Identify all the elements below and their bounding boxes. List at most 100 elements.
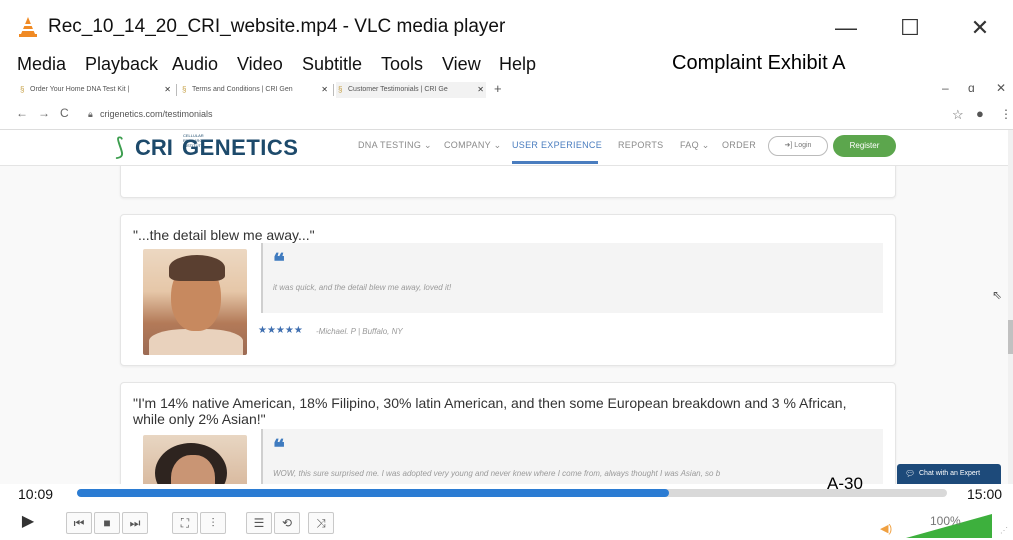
nav-active-indicator	[512, 161, 598, 164]
menu-playback[interactable]: Playback	[85, 54, 158, 75]
menu-kebab-icon[interactable]: ⋮	[1000, 107, 1012, 121]
nav-faq[interactable]: FAQ ⌄	[680, 140, 710, 151]
menu-bar: Media Playback Audio Video Subtitle Tool…	[0, 54, 1013, 80]
playback-controls: ▶ ⏮ ■ ⏭ ⛶ ⫶ ☰ ⟲ ⤨	[0, 504, 1013, 540]
url-field[interactable]: crigenetics.com/testimonials	[100, 109, 213, 119]
close-button[interactable]: ✕	[962, 10, 998, 46]
playlist-icon[interactable]: ☰	[246, 512, 272, 534]
photo-detail	[169, 255, 225, 281]
nav-user-experience[interactable]: USER EXPERIENCE	[512, 140, 602, 150]
seek-bar-progress	[77, 489, 669, 497]
testimonial-quote: WOW, this sure surprised me. I was adopt…	[273, 469, 721, 478]
previous-icon[interactable]: ⏮	[66, 512, 92, 534]
dna-helix-icon: ⟆	[115, 134, 125, 161]
bookmark-star-icon[interactable]: ☆	[952, 107, 964, 123]
quote-mark-icon: ❝	[273, 249, 285, 275]
browser-restore-icon[interactable]: ɑ	[968, 81, 975, 95]
new-tab-button[interactable]: +	[494, 81, 502, 96]
testimonials-page: "...the detail blew me away..." ❝ it was…	[0, 166, 1008, 484]
maximize-button[interactable]: ☐	[892, 10, 928, 46]
nav-company[interactable]: COMPANY ⌄	[444, 140, 501, 151]
rating-stars: ★★★★★	[258, 325, 303, 336]
photo-detail	[149, 329, 243, 355]
menu-help[interactable]: Help	[499, 54, 536, 75]
chat-bubble-icon: 💬︎	[905, 469, 916, 478]
page-scrollbar[interactable]	[1008, 130, 1013, 484]
nav-reports[interactable]: REPORTS	[618, 140, 663, 150]
reload-icon[interactable]: C	[60, 106, 69, 120]
address-bar: ← → C 🔒︎ crigenetics.com/testimonials ☆ …	[0, 100, 1013, 130]
speaker-icon[interactable]: ◀)	[880, 522, 892, 535]
mouse-cursor-icon: ⇖	[992, 288, 1003, 302]
dna-favicon-icon: §	[20, 85, 25, 94]
nav-dna-testing[interactable]: DNA TESTING ⌄	[358, 140, 432, 151]
logo-cri: CRI	[135, 135, 173, 160]
loop-icon[interactable]: ⟲	[274, 512, 300, 534]
tab-title: Order Your Home DNA Test Kit |	[30, 86, 130, 93]
logo-genetics: GENETICS	[182, 135, 299, 160]
register-button[interactable]: Register	[833, 135, 896, 157]
browser-tab-active[interactable]: § Customer Testimonials | CRI Ge ✕	[336, 82, 486, 98]
window-title: Rec_10_14_20_CRI_website.mp4 - VLC media…	[48, 16, 506, 37]
dna-favicon-icon: §	[338, 85, 343, 94]
login-button[interactable]: ➜] Login	[768, 136, 828, 156]
customer-photo	[143, 435, 247, 484]
resize-grip-icon[interactable]: ⋰	[1000, 526, 1008, 535]
tab-divider	[333, 84, 334, 96]
menu-media[interactable]: Media	[17, 54, 66, 75]
testimonial-quote-box: ❝ it was quick, and the detail blew me a…	[261, 243, 883, 313]
browser-tab[interactable]: § Order Your Home DNA Test Kit | ✕	[18, 82, 173, 98]
testimonial-quote: it was quick, and the detail blew me awa…	[273, 283, 452, 292]
scrollbar-thumb[interactable]	[1008, 320, 1013, 354]
customer-photo	[143, 249, 247, 355]
account-icon[interactable]: ●	[976, 106, 984, 121]
exhibit-label: Complaint Exhibit A	[672, 52, 846, 74]
browser-minimize-icon[interactable]: –	[942, 81, 949, 95]
nav-order[interactable]: ORDER	[722, 140, 756, 150]
fullscreen-icon[interactable]: ⛶	[172, 512, 198, 534]
browser-tab-strip: § Order Your Home DNA Test Kit | ✕ § Ter…	[0, 80, 1013, 100]
stop-icon[interactable]: ■	[94, 512, 120, 534]
tab-divider	[176, 84, 177, 96]
vlc-cone-icon	[19, 17, 37, 37]
total-time: 15:00	[967, 486, 1003, 502]
chat-label: Chat with an Expert	[919, 470, 981, 477]
seek-bar[interactable]	[77, 489, 947, 497]
shuffle-icon[interactable]: ⤨	[308, 512, 334, 534]
current-time: 10:09	[18, 486, 54, 502]
testimonial-quote-box: ❝ WOW, this sure surprised me. I was ado…	[261, 429, 883, 484]
testimonial-card	[120, 166, 896, 198]
lock-icon: 🔒︎	[88, 109, 93, 119]
testimonial-headline: "I'm 14% native American, 18% Filipino, …	[133, 395, 847, 427]
tab-title: Terms and Conditions | CRI Gen	[192, 86, 293, 93]
forward-arrow-icon[interactable]: →	[38, 106, 50, 120]
testimonial-card: "I'm 14% native American, 18% Filipino, …	[120, 382, 896, 484]
volume-percent: 100%	[930, 514, 961, 528]
menu-view[interactable]: View	[442, 54, 481, 75]
browser-tab[interactable]: § Terms and Conditions | CRI Gen ✕	[180, 82, 330, 98]
menu-audio[interactable]: Audio	[172, 54, 218, 75]
back-arrow-icon[interactable]: ←	[16, 106, 28, 120]
tab-title: Customer Testimonials | CRI Ge	[348, 86, 448, 93]
minimize-button[interactable]: —	[828, 10, 864, 46]
play-button[interactable]: ▶	[12, 512, 44, 534]
menu-video[interactable]: Video	[237, 54, 283, 75]
site-header: ⟆ CELLULAR RESEARCH INSTITUTE CRI GENETI…	[0, 130, 1008, 166]
close-tab-icon[interactable]: ✕	[164, 82, 171, 98]
menu-tools[interactable]: Tools	[381, 54, 423, 75]
testimonial-author: -Michael. P | Buffalo, NY	[316, 327, 403, 336]
close-tab-icon[interactable]: ✕	[321, 82, 328, 98]
quote-mark-icon: ❝	[273, 435, 285, 461]
testimonial-headline: "...the detail blew me away..."	[133, 227, 315, 243]
next-icon[interactable]: ⏭	[122, 512, 148, 534]
testimonial-card: "...the detail blew me away..." ❝ it was…	[120, 214, 896, 366]
title-bar: Rec_10_14_20_CRI_website.mp4 - VLC media…	[0, 0, 1013, 56]
chat-with-expert-button[interactable]: 💬︎ Chat with an Expert	[897, 464, 1001, 484]
browser-close-icon[interactable]: ✕	[996, 81, 1006, 95]
menu-subtitle[interactable]: Subtitle	[302, 54, 362, 75]
vlc-window: Rec_10_14_20_CRI_website.mp4 - VLC media…	[0, 0, 1013, 540]
equalizer-icon[interactable]: ⫶	[200, 512, 226, 534]
dna-favicon-icon: §	[182, 85, 187, 94]
close-tab-icon[interactable]: ✕	[477, 82, 484, 98]
exhibit-page-number: A-30	[827, 474, 863, 493]
